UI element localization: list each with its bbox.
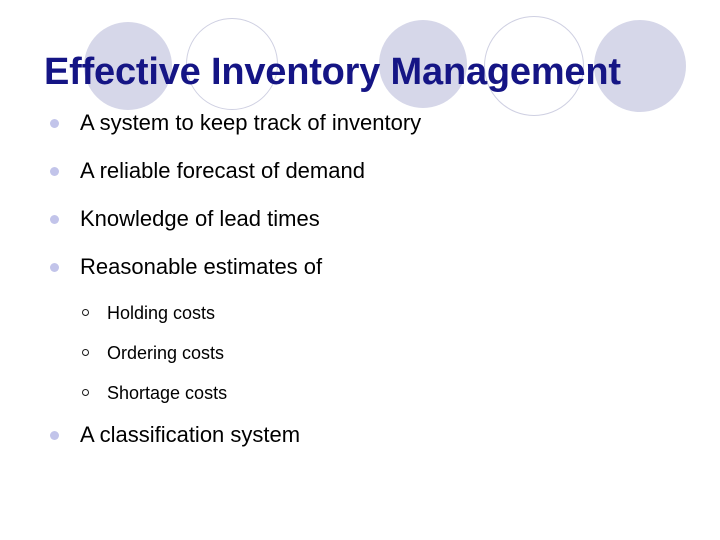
slide-title: Effective Inventory Management (44, 51, 621, 94)
bullet-item: Ordering costs (0, 340, 720, 380)
bullet-dot-icon (50, 263, 59, 272)
bullet-dot-icon (50, 431, 59, 440)
bullet-item: Reasonable estimates of (0, 252, 720, 300)
bullet-text: A reliable forecast of demand (80, 158, 365, 183)
bullet-dot-icon (50, 215, 59, 224)
slide-body-content: A system to keep track of inventory A rel… (0, 108, 720, 468)
bullet-text: Knowledge of lead times (80, 206, 320, 231)
bullet-item: Knowledge of lead times (0, 204, 720, 252)
bullet-item: A system to keep track of inventory (0, 108, 720, 156)
bullet-ring-icon (82, 349, 89, 356)
bullet-item: Holding costs (0, 300, 720, 340)
bullet-dot-icon (50, 167, 59, 176)
bullet-text: Holding costs (107, 303, 216, 323)
bullet-ring-icon (82, 309, 89, 316)
bullet-text: Reasonable estimates of (80, 254, 323, 279)
bullet-text: Ordering costs (107, 343, 225, 363)
bullet-text: Shortage costs (107, 383, 228, 403)
bullet-item: A reliable forecast of demand (0, 156, 720, 204)
bullet-item: A classification system (0, 420, 720, 468)
bullet-text: A system to keep track of inventory (80, 110, 422, 135)
bullet-dot-icon (50, 119, 59, 128)
bullet-text: A classification system (80, 422, 301, 447)
bullet-item: Shortage costs (0, 380, 720, 420)
bullet-ring-icon (82, 389, 89, 396)
presentation-slide: Effective Inventory Management A system … (0, 0, 720, 540)
